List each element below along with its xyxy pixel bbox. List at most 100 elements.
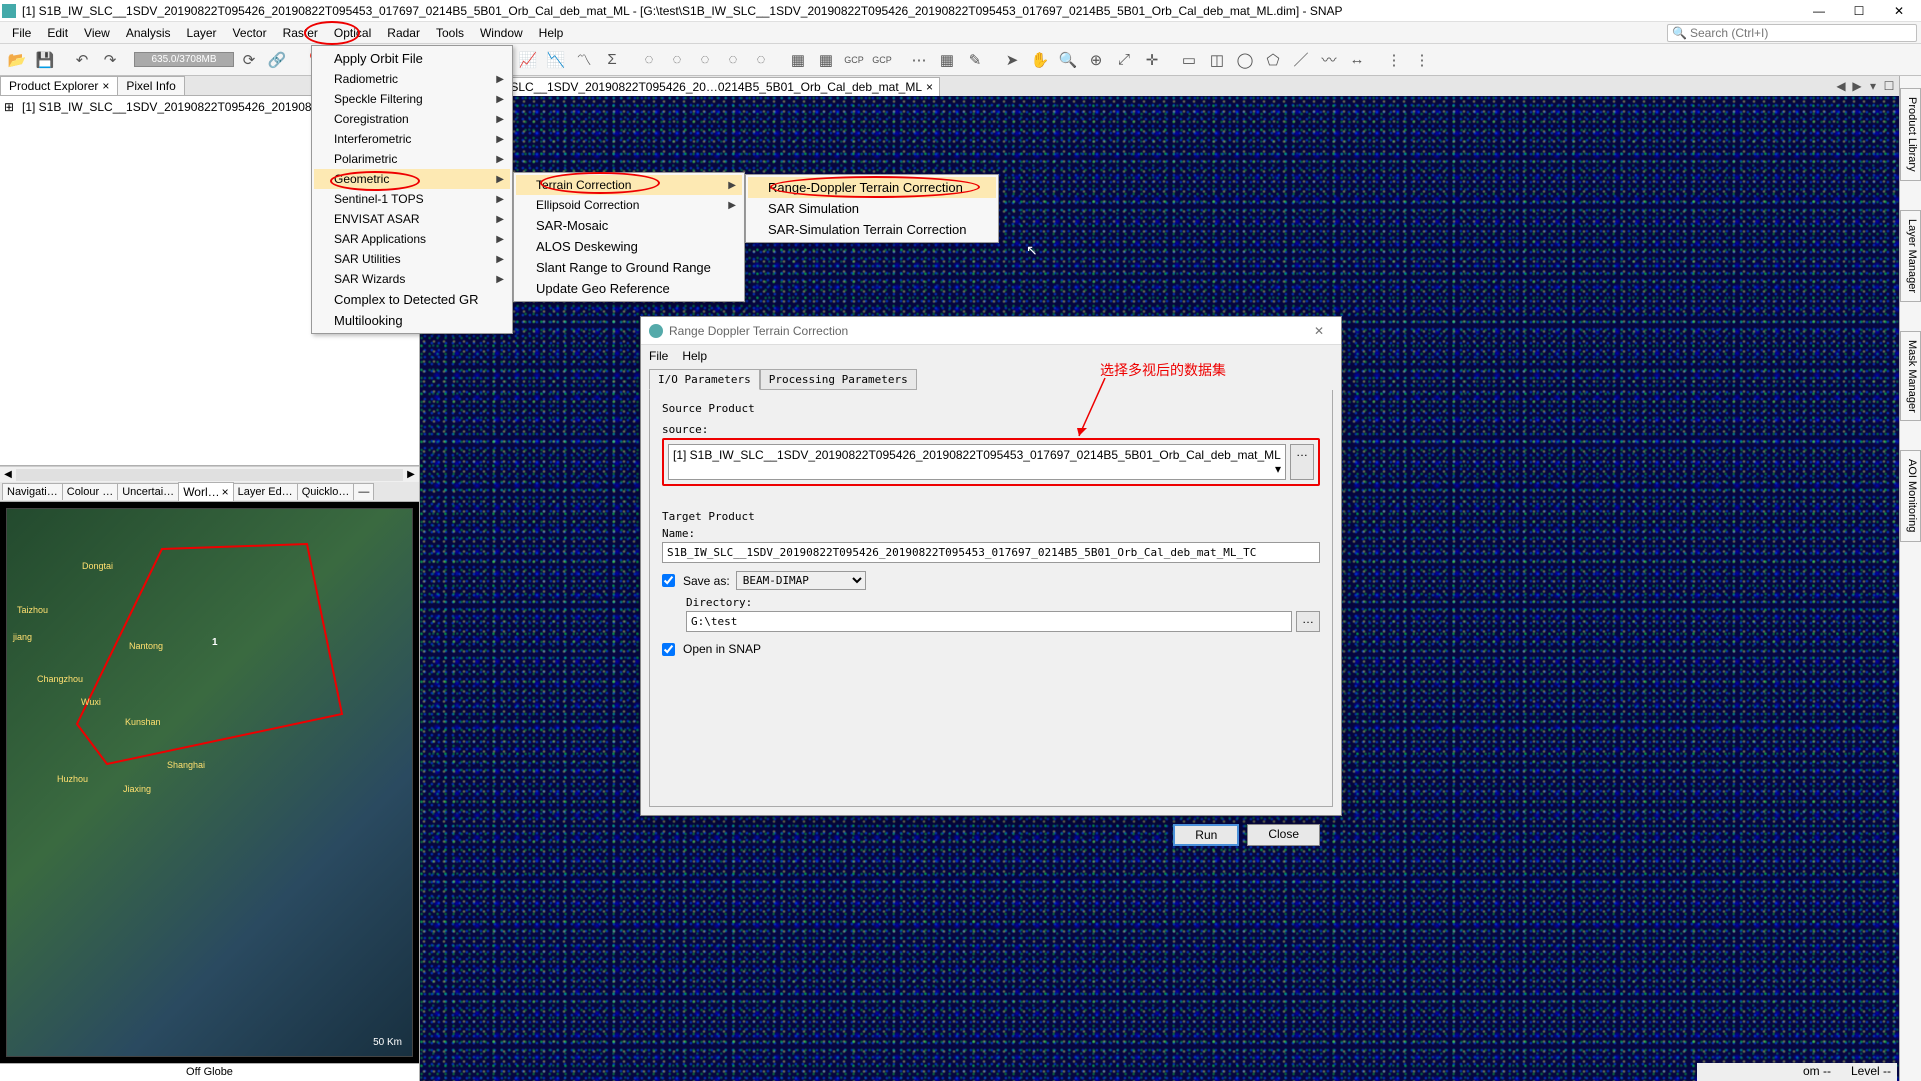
undo-icon[interactable]: ↶ bbox=[69, 47, 95, 73]
close-button[interactable]: Close bbox=[1247, 824, 1320, 846]
crosshair-icon[interactable]: ✛ bbox=[1139, 47, 1165, 73]
menu-ellipsoid[interactable]: Ellipsoid Correction▶ bbox=[516, 195, 742, 215]
scroll-track[interactable] bbox=[16, 469, 403, 481]
line-icon[interactable]: ／ bbox=[1288, 47, 1314, 73]
menu-geometric[interactable]: Geometric▶ bbox=[314, 169, 510, 189]
circle4-icon[interactable]: ◌ bbox=[720, 47, 746, 73]
menu-radiometric[interactable]: Radiometric▶ bbox=[314, 69, 510, 89]
open-in-snap-check[interactable] bbox=[662, 643, 675, 656]
zoom-plus-icon[interactable]: ⊕ bbox=[1083, 47, 1109, 73]
menu-sar-wizards[interactable]: SAR Wizards▶ bbox=[314, 269, 510, 289]
dock-quicklook[interactable]: Quicklo… bbox=[297, 483, 355, 500]
sigma-icon[interactable]: Σ bbox=[599, 47, 625, 73]
more2-icon[interactable]: ⋮ bbox=[1409, 47, 1435, 73]
vtab-product-library[interactable]: Product Library bbox=[1900, 88, 1921, 181]
zoom-all-icon[interactable]: ⤢ bbox=[1111, 47, 1137, 73]
menu-polarimetric[interactable]: Polarimetric▶ bbox=[314, 149, 510, 169]
grid4-icon[interactable]: ▦ bbox=[813, 47, 839, 73]
scroll-left-icon[interactable]: ◀ bbox=[0, 469, 16, 480]
tab-io-parameters[interactable]: I/O Parameters bbox=[649, 369, 760, 390]
tabs-prev-icon[interactable]: ◀ bbox=[1833, 79, 1849, 93]
menu-update-geo[interactable]: Update Geo Reference bbox=[516, 278, 742, 299]
dock-navigation[interactable]: Navigati… bbox=[2, 483, 63, 500]
dock-world[interactable]: Worl…× bbox=[178, 482, 233, 501]
tree-expand-icon[interactable]: ⊞ bbox=[4, 100, 14, 114]
menu-sar-apps[interactable]: SAR Applications▶ bbox=[314, 229, 510, 249]
menu-sar-sim[interactable]: SAR Simulation bbox=[748, 198, 996, 219]
dock-menu-icon[interactable]: — bbox=[353, 483, 374, 500]
save-as-check[interactable] bbox=[662, 574, 675, 587]
world-view[interactable]: Dongtai Taizhou jiang Nantong Changzhou … bbox=[0, 502, 419, 1063]
menu-window[interactable]: Window bbox=[472, 24, 531, 42]
scroll-right-icon[interactable]: ▶ bbox=[403, 469, 419, 480]
dialog-close-icon[interactable]: ✕ bbox=[1305, 324, 1333, 338]
run-button[interactable]: Run bbox=[1173, 824, 1239, 846]
menu-view[interactable]: View bbox=[76, 24, 118, 42]
directory-browse-button[interactable]: … bbox=[1296, 611, 1320, 632]
menu-optical[interactable]: Optical bbox=[326, 24, 379, 42]
circle1-icon[interactable]: ◌ bbox=[636, 47, 662, 73]
tabs-next-icon[interactable]: ▶ bbox=[1849, 79, 1865, 93]
dialog-menu-help[interactable]: Help bbox=[682, 349, 707, 363]
directory-input[interactable] bbox=[686, 611, 1292, 632]
grid3-icon[interactable]: ▦ bbox=[785, 47, 811, 73]
menu-envisat[interactable]: ENVISAT ASAR▶ bbox=[314, 209, 510, 229]
menu-raster[interactable]: Raster bbox=[275, 24, 326, 42]
source-product-combo[interactable]: [1] S1B_IW_SLC__1SDV_20190822T095426_201… bbox=[668, 444, 1286, 480]
pencil-icon[interactable]: ✎ bbox=[962, 47, 988, 73]
menu-multilooking[interactable]: Multilooking bbox=[314, 310, 510, 331]
link-icon[interactable]: 🔗 bbox=[264, 47, 290, 73]
dialog-menu-file[interactable]: File bbox=[649, 349, 668, 363]
dock-close-icon[interactable]: × bbox=[222, 485, 229, 499]
tab-product-explorer[interactable]: Product Explorer× bbox=[0, 76, 118, 95]
chart1-icon[interactable]: 📈 bbox=[515, 47, 541, 73]
dialog-titlebar[interactable]: Range Doppler Terrain Correction ✕ bbox=[641, 317, 1341, 345]
maximize-button[interactable]: ☐ bbox=[1839, 0, 1879, 22]
menu-sar-mosaic[interactable]: SAR-Mosaic bbox=[516, 215, 742, 236]
tabs-list-icon[interactable]: ▾ bbox=[1865, 79, 1881, 93]
target-name-input[interactable] bbox=[662, 542, 1320, 563]
dock-layer-editor[interactable]: Layer Ed… bbox=[233, 483, 298, 500]
tabs-max-icon[interactable]: ☐ bbox=[1881, 79, 1897, 93]
menu-apply-orbit[interactable]: Apply Orbit File bbox=[314, 48, 510, 69]
menu-slant-range[interactable]: Slant Range to Ground Range bbox=[516, 257, 742, 278]
gcp-icon[interactable]: GCP bbox=[841, 47, 867, 73]
save-as-format[interactable]: BEAM-DIMAP bbox=[736, 571, 866, 590]
vtab-aoi-monitoring[interactable]: AOI Monitoring bbox=[1900, 450, 1921, 541]
zoom-icon[interactable]: 🔍 bbox=[1055, 47, 1081, 73]
menu-sar-sim-tc[interactable]: SAR-Simulation Terrain Correction bbox=[748, 219, 996, 240]
vtab-mask-manager[interactable]: Mask Manager bbox=[1900, 331, 1921, 422]
circle5-icon[interactable]: ◌ bbox=[748, 47, 774, 73]
refresh-icon[interactable]: ⟳ bbox=[236, 47, 262, 73]
menu-range-doppler[interactable]: Range-Doppler Terrain Correction bbox=[748, 177, 996, 198]
tab-pixel-info[interactable]: Pixel Info bbox=[117, 76, 184, 95]
range-icon[interactable]: ↔ bbox=[1344, 47, 1370, 73]
pointer-icon[interactable]: ➤ bbox=[999, 47, 1025, 73]
poly-icon[interactable]: ⬠ bbox=[1260, 47, 1286, 73]
menu-layer[interactable]: Layer bbox=[179, 24, 225, 42]
menu-coregistration[interactable]: Coregistration▶ bbox=[314, 109, 510, 129]
menu-vector[interactable]: Vector bbox=[225, 24, 275, 42]
hscrollbar[interactable]: ◀ ▶ bbox=[0, 466, 419, 482]
tab-processing-parameters[interactable]: Processing Parameters bbox=[760, 369, 917, 390]
minimize-button[interactable]: — bbox=[1799, 0, 1839, 22]
circle3-icon[interactable]: ◌ bbox=[692, 47, 718, 73]
dock-colour[interactable]: Colour … bbox=[62, 483, 118, 500]
menu-edit[interactable]: Edit bbox=[39, 24, 76, 42]
rect-icon[interactable]: ▭ bbox=[1176, 47, 1202, 73]
menu-help[interactable]: Help bbox=[531, 24, 572, 42]
gcp2-icon[interactable]: GCP bbox=[869, 47, 895, 73]
menu-file[interactable]: File bbox=[4, 24, 39, 42]
chart2-icon[interactable]: 📉 bbox=[543, 47, 569, 73]
menu-sar-utils[interactable]: SAR Utilities▶ bbox=[314, 249, 510, 269]
menu-speckle[interactable]: Speckle Filtering▶ bbox=[314, 89, 510, 109]
tab-close-icon[interactable]: × bbox=[102, 79, 109, 93]
image-tab-close-icon[interactable]: × bbox=[926, 80, 933, 94]
menu-interferometric[interactable]: Interferometric▶ bbox=[314, 129, 510, 149]
oval-icon[interactable]: ◯ bbox=[1232, 47, 1258, 73]
save-icon[interactable]: 💾 bbox=[32, 47, 58, 73]
menu-terrain-correction[interactable]: Terrain Correction▶ bbox=[516, 175, 742, 195]
dots-icon[interactable]: ⋯ bbox=[906, 47, 932, 73]
chart3-icon[interactable]: 〽 bbox=[571, 47, 597, 73]
menu-s1-tops[interactable]: Sentinel-1 TOPS▶ bbox=[314, 189, 510, 209]
